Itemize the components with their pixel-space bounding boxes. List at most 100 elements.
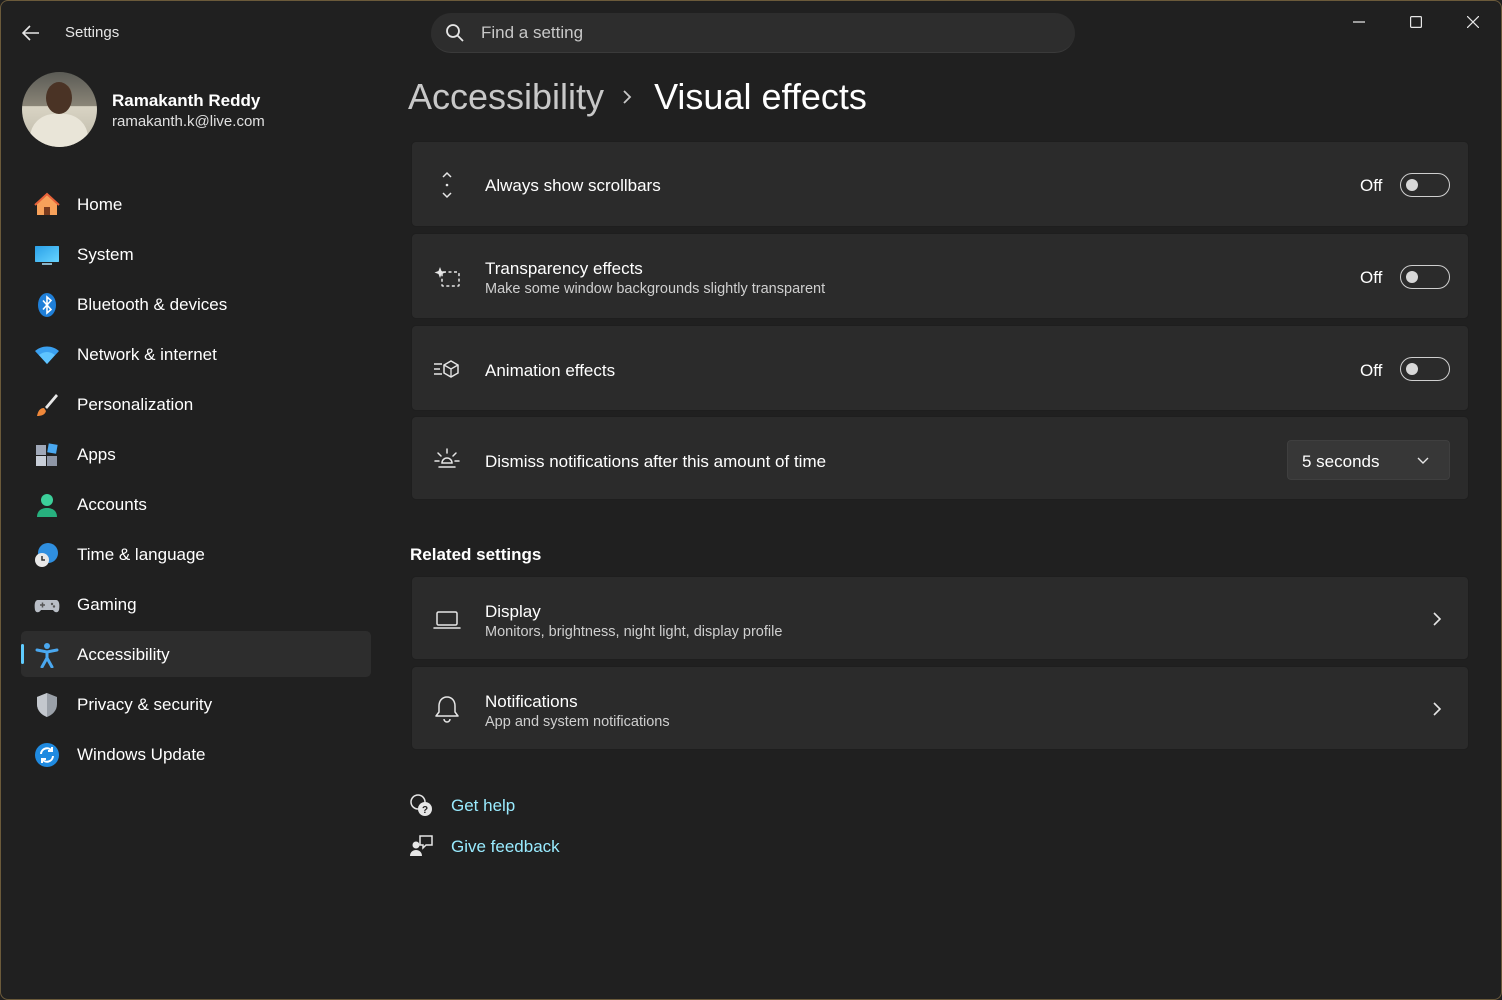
setting-title: Dismiss notifications after this amount … — [485, 452, 827, 471]
transparency-effects-toggle[interactable] — [1400, 265, 1450, 289]
sidebar-item-label: Time & language — [77, 545, 205, 564]
selection-indicator — [21, 644, 24, 664]
user-name: Ramakanth Reddy — [112, 91, 261, 110]
sidebar-item-apps[interactable]: Apps — [21, 431, 371, 477]
avatar-head-shape — [46, 82, 72, 114]
sidebar-item-system[interactable]: System — [21, 231, 371, 277]
sidebar-item-personalization[interactable]: Personalization — [21, 381, 371, 427]
setting-card-dismiss-notifications: Dismiss notifications after this amount … — [411, 416, 1469, 500]
minimize-button[interactable] — [1336, 7, 1382, 37]
back-arrow-icon — [22, 25, 39, 41]
sidebar-item-home[interactable]: Home — [21, 181, 371, 227]
get-help-link[interactable]: ? Get help — [409, 793, 515, 817]
search-icon — [446, 24, 464, 42]
bell-icon — [432, 694, 462, 724]
setting-title: Always show scrollbars — [485, 176, 661, 195]
breadcrumb-parent-link[interactable]: Accessibility — [408, 76, 604, 118]
brush-icon — [34, 392, 60, 418]
setting-title: Transparency effects — [485, 259, 643, 278]
sidebar-item-windows-update[interactable]: Windows Update — [21, 731, 371, 777]
sidebar-item-label: Apps — [77, 445, 116, 464]
accessibility-icon — [34, 642, 60, 668]
sidebar-item-bluetooth-devices[interactable]: Bluetooth & devices — [21, 281, 371, 327]
setting-card-always-show-scrollbars: Always show scrollbars Off — [411, 141, 1469, 227]
close-button[interactable] — [1450, 7, 1496, 37]
scrollbar-icon — [432, 170, 462, 200]
avatar[interactable] — [22, 72, 97, 147]
setting-subtitle: Make some window backgrounds slightly tr… — [485, 281, 826, 297]
apps-icon — [34, 442, 60, 468]
chevron-right-icon — [1433, 702, 1442, 716]
sidebar-item-label: Personalization — [77, 395, 194, 414]
dismiss-time-dropdown[interactable]: 5 seconds — [1287, 440, 1450, 480]
sidebar-item-accounts[interactable]: Accounts — [21, 481, 371, 527]
chevron-down-icon — [1417, 457, 1429, 464]
page-title: Visual effects — [654, 76, 867, 117]
related-notifications-link[interactable]: Notifications App and system notificatio… — [411, 666, 1469, 750]
sidebar-item-privacy-security[interactable]: Privacy & security — [21, 681, 371, 727]
search-input[interactable] — [481, 13, 1061, 53]
settings-window: Settings Ramakanth Reddy ramakanth.k@liv… — [0, 0, 1502, 1000]
avatar-body-shape — [30, 114, 88, 147]
related-subtitle: Monitors, brightness, night light, displ… — [485, 624, 783, 640]
globe-clock-icon — [34, 542, 60, 568]
animation-effects-toggle[interactable] — [1400, 357, 1450, 381]
bluetooth-icon — [34, 292, 60, 318]
transparency-icon — [432, 262, 462, 292]
animation-icon — [432, 354, 462, 384]
sidebar-item-label: Network & internet — [77, 345, 217, 364]
sidebar-item-gaming[interactable]: Gaming — [21, 581, 371, 627]
user-email: ramakanth.k@live.com — [112, 113, 265, 130]
update-icon — [34, 742, 60, 768]
maximize-button[interactable] — [1393, 7, 1439, 37]
give-feedback-link[interactable]: Give feedback — [409, 834, 560, 858]
sidebar-item-accessibility[interactable]: Accessibility — [21, 631, 371, 677]
sidebar-item-label: System — [77, 245, 134, 264]
toggle-state-label: Off — [1360, 176, 1383, 195]
app-title: Settings — [65, 24, 120, 41]
sidebar-item-network-internet[interactable]: Network & internet — [21, 331, 371, 377]
maximize-icon — [1410, 16, 1422, 28]
brightness-icon — [432, 444, 462, 474]
get-help-label: Get help — [451, 796, 516, 815]
setting-title: Animation effects — [485, 361, 616, 380]
sidebar-item-label: Home — [77, 195, 123, 214]
close-icon — [1467, 16, 1479, 28]
dropdown-selected-value: 5 seconds — [1302, 452, 1380, 471]
sidebar-item-label: Accounts — [77, 495, 147, 514]
chevron-right-icon — [1433, 612, 1442, 626]
laptop-icon — [432, 605, 462, 635]
system-icon — [34, 242, 60, 268]
sidebar-nav: Home System Bluetooth & devices Network … — [21, 181, 371, 781]
setting-card-transparency-effects: Transparency effects Make some window ba… — [411, 233, 1469, 319]
toggle-state-label: Off — [1360, 361, 1383, 380]
toggle-knob — [1406, 363, 1418, 375]
wifi-icon — [34, 342, 60, 368]
shield-icon — [34, 692, 60, 718]
toggle-state-label: Off — [1360, 268, 1383, 287]
sidebar-item-time-language[interactable]: Time & language — [21, 531, 371, 577]
related-settings-heading: Related settings — [410, 545, 542, 564]
sidebar-item-label: Gaming — [77, 595, 137, 614]
gamepad-icon — [34, 592, 60, 618]
give-feedback-label: Give feedback — [451, 837, 560, 856]
search-box[interactable] — [431, 13, 1075, 53]
svg-text:?: ? — [422, 805, 428, 816]
sidebar-item-label: Privacy & security — [77, 695, 213, 714]
sidebar-item-label: Windows Update — [77, 745, 206, 764]
related-subtitle: App and system notifications — [485, 714, 670, 730]
breadcrumb: Accessibility Visual effects — [408, 73, 867, 121]
sidebar-item-label: Bluetooth & devices — [77, 295, 228, 314]
toggle-knob — [1406, 179, 1418, 191]
related-display-link[interactable]: Display Monitors, brightness, night ligh… — [411, 576, 1469, 660]
help-icon: ? — [409, 793, 433, 817]
title-bar: Settings — [1, 1, 1501, 63]
toggle-knob — [1406, 271, 1418, 283]
related-title: Display — [485, 602, 541, 621]
always-show-scrollbars-toggle[interactable] — [1400, 173, 1450, 197]
feedback-icon — [409, 834, 433, 858]
home-icon — [34, 192, 60, 218]
back-button[interactable] — [15, 19, 47, 47]
setting-card-animation-effects: Animation effects Off — [411, 325, 1469, 411]
minimize-icon — [1353, 21, 1365, 23]
